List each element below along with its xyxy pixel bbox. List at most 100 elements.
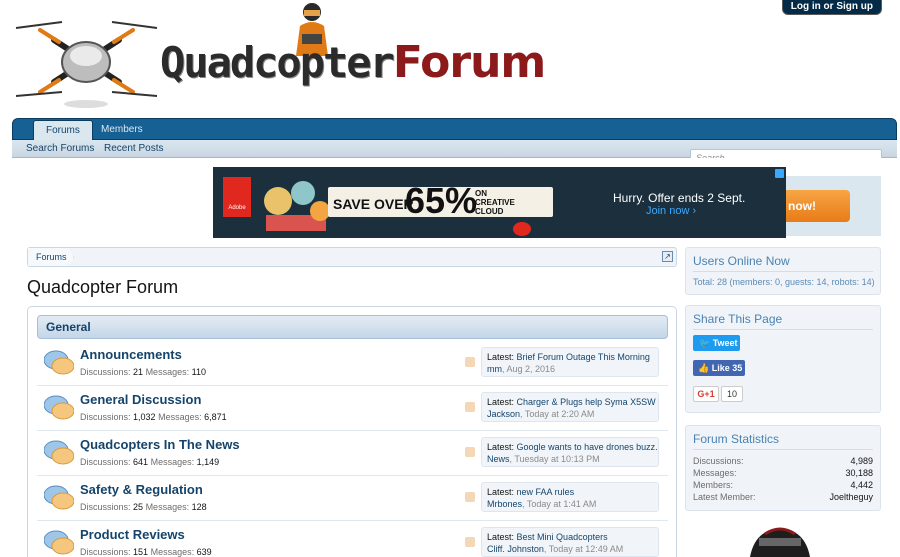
- google-plus-button[interactable]: G+1: [693, 386, 719, 402]
- forum-row: Safety & Regulation Discussions: 25 Messa…: [37, 476, 668, 521]
- stat-value: 30,188: [845, 468, 873, 478]
- users-online-total: Total: 28 (members: 0, guests: 14, robot…: [693, 277, 875, 287]
- messages-count: 639: [196, 547, 212, 557]
- discussions-label: Discussions:: [80, 547, 131, 557]
- forum-stats: Discussions: 641 Messages: 1,149: [80, 457, 219, 467]
- mascot-figure-icon: [750, 527, 810, 557]
- category-header-general[interactable]: General: [37, 315, 668, 339]
- forum-title-link[interactable]: Safety & Regulation: [80, 482, 203, 497]
- divider: [693, 271, 873, 272]
- rss-icon[interactable]: [465, 492, 475, 502]
- stat-row: Discussions: 4,989: [693, 456, 873, 466]
- forum-statistics-title: Forum Statistics: [693, 432, 780, 446]
- advertisement-banner[interactable]: Adobe SAVE OVER 65% ON CREATIVE CLOUD Hu…: [213, 167, 786, 238]
- forum-bubble-icon: [43, 439, 75, 467]
- tweet-button[interactable]: 🐦 Tweet: [693, 335, 740, 351]
- forum-row: Announcements Discussions: 21 Messages: 1…: [37, 341, 668, 386]
- tab-forums[interactable]: Forums: [33, 120, 93, 141]
- site-logo[interactable]: QuadcopterForum: [160, 38, 546, 88]
- ad-product: ON CREATIVE CLOUD: [475, 189, 515, 216]
- ad-save-text: SAVE OVER: [333, 196, 414, 212]
- latest-post-link[interactable]: Brief Forum Outage This Morning: [517, 352, 650, 362]
- discussions-count: 1,032: [133, 412, 156, 422]
- stat-row: Members: 4,442: [693, 480, 873, 490]
- forum-stats: Discussions: 151 Messages: 639: [80, 547, 212, 557]
- latest-post-user[interactable]: mm: [487, 364, 502, 374]
- latest-label: Latest:: [487, 442, 515, 452]
- messages-count: 110: [191, 367, 206, 377]
- stat-value[interactable]: Joeltheguy: [829, 492, 873, 502]
- forum-title-link[interactable]: General Discussion: [80, 392, 201, 407]
- latest-post-link[interactable]: new FAA rules: [517, 487, 575, 497]
- forum-stats: Discussions: 1,032 Messages: 6,871: [80, 412, 227, 422]
- latest-post: Latest: Brief Forum Outage This Morning m…: [481, 347, 659, 377]
- latest-label: Latest:: [487, 532, 515, 542]
- latest-post-user[interactable]: Cliff. Johnston: [487, 544, 544, 554]
- ad-product-line2: CLOUD: [475, 207, 504, 216]
- divider: [693, 329, 873, 330]
- forum-bubble-icon: [43, 394, 75, 422]
- ad-hurry-text: Hurry. Offer ends 2 Sept.: [613, 191, 746, 205]
- messages-count: 6,871: [204, 412, 227, 422]
- latest-post: Latest: Charger & Plugs help Syma X5SW .…: [481, 392, 659, 422]
- latest-post-date: Today at 1:41 AM: [526, 499, 597, 509]
- forum-title-link[interactable]: Quadcopters In The News: [80, 437, 240, 452]
- latest-label: Latest:: [487, 352, 515, 362]
- adchoices-icon[interactable]: [775, 169, 784, 178]
- tweet-label: Tweet: [712, 338, 738, 348]
- users-online-title: Users Online Now: [693, 254, 790, 268]
- page-title: Quadcopter Forum: [27, 277, 179, 297]
- facebook-like-button[interactable]: 👍 Like 35: [693, 360, 745, 376]
- site-header: QuadcopterForum: [0, 0, 900, 118]
- login-signup-button[interactable]: Log in or Sign up: [781, 0, 882, 15]
- discussions-count: 25: [133, 502, 144, 512]
- creative-cloud-icon: [513, 222, 531, 236]
- messages-label: Messages:: [150, 457, 195, 467]
- search-forums-link[interactable]: Search Forums: [26, 143, 94, 154]
- stat-label: Latest Member:: [693, 492, 756, 502]
- rss-icon[interactable]: [465, 357, 475, 367]
- messages-label: Messages:: [145, 502, 190, 512]
- latest-post-link[interactable]: Charger & Plugs help Syma X5SW ...: [517, 397, 658, 407]
- messages-label: Messages:: [150, 547, 195, 557]
- forum-bubble-icon: [43, 349, 75, 377]
- forum-title-link[interactable]: Announcements: [80, 347, 182, 362]
- rss-icon[interactable]: [465, 447, 475, 457]
- stat-label: Members:: [693, 480, 734, 490]
- breadcrumb-item-forums[interactable]: Forums: [28, 248, 74, 266]
- jump-to-icon[interactable]: ↗: [662, 251, 673, 262]
- stat-value: 4,989: [850, 456, 873, 466]
- like-label: Like 35: [711, 363, 743, 373]
- forum-row: Quadcopters In The News Discussions: 641 …: [37, 431, 668, 476]
- latest-post-date: Today at 12:49 AM: [548, 544, 624, 554]
- forum-statistics-block: Forum Statistics Discussions: 4,989 Messag…: [685, 425, 881, 511]
- divider: [693, 449, 873, 450]
- recent-posts-link[interactable]: Recent Posts: [104, 143, 163, 154]
- forum-stats: Discussions: 25 Messages: 128: [80, 502, 207, 512]
- quadcopter-logo-icon: [15, 21, 158, 108]
- rss-icon[interactable]: [465, 537, 475, 547]
- ad-on-text: ON: [475, 189, 487, 198]
- ad-join-link[interactable]: Join now ›: [646, 205, 696, 217]
- latest-post-user[interactable]: Jackson: [487, 409, 520, 419]
- latest-post-link[interactable]: Google wants to have drones buzz...: [517, 442, 658, 452]
- latest-post: Latest: new FAA rules Mrbones, Today at 1…: [481, 482, 659, 512]
- rss-icon[interactable]: [465, 402, 475, 412]
- forum-bubble-icon: [43, 484, 75, 512]
- latest-post-user[interactable]: Mrbones: [487, 499, 522, 509]
- latest-post-date: Tuesday at 10:13 PM: [514, 454, 600, 464]
- forum-row: General Discussion Discussions: 1,032 Mes…: [37, 386, 668, 431]
- latest-post-date: Today at 2:20 AM: [524, 409, 595, 419]
- discussions-count: 641: [133, 457, 149, 467]
- share-page-title: Share This Page: [693, 312, 783, 326]
- ad-side-cta-button[interactable]: now!: [786, 190, 850, 222]
- forum-list: General Announcements Discussions: 21 Mes…: [27, 306, 677, 557]
- logo-text-quadcopter: Quadcopter: [160, 38, 395, 87]
- latest-label: Latest:: [487, 397, 515, 407]
- latest-post-link[interactable]: Best Mini Quadcopters: [517, 532, 608, 542]
- messages-label: Messages:: [145, 367, 190, 377]
- google-plus-count: 10: [721, 386, 743, 402]
- tab-members[interactable]: Members: [89, 120, 155, 141]
- latest-post-user[interactable]: News: [487, 454, 510, 464]
- forum-title-link[interactable]: Product Reviews: [80, 527, 185, 542]
